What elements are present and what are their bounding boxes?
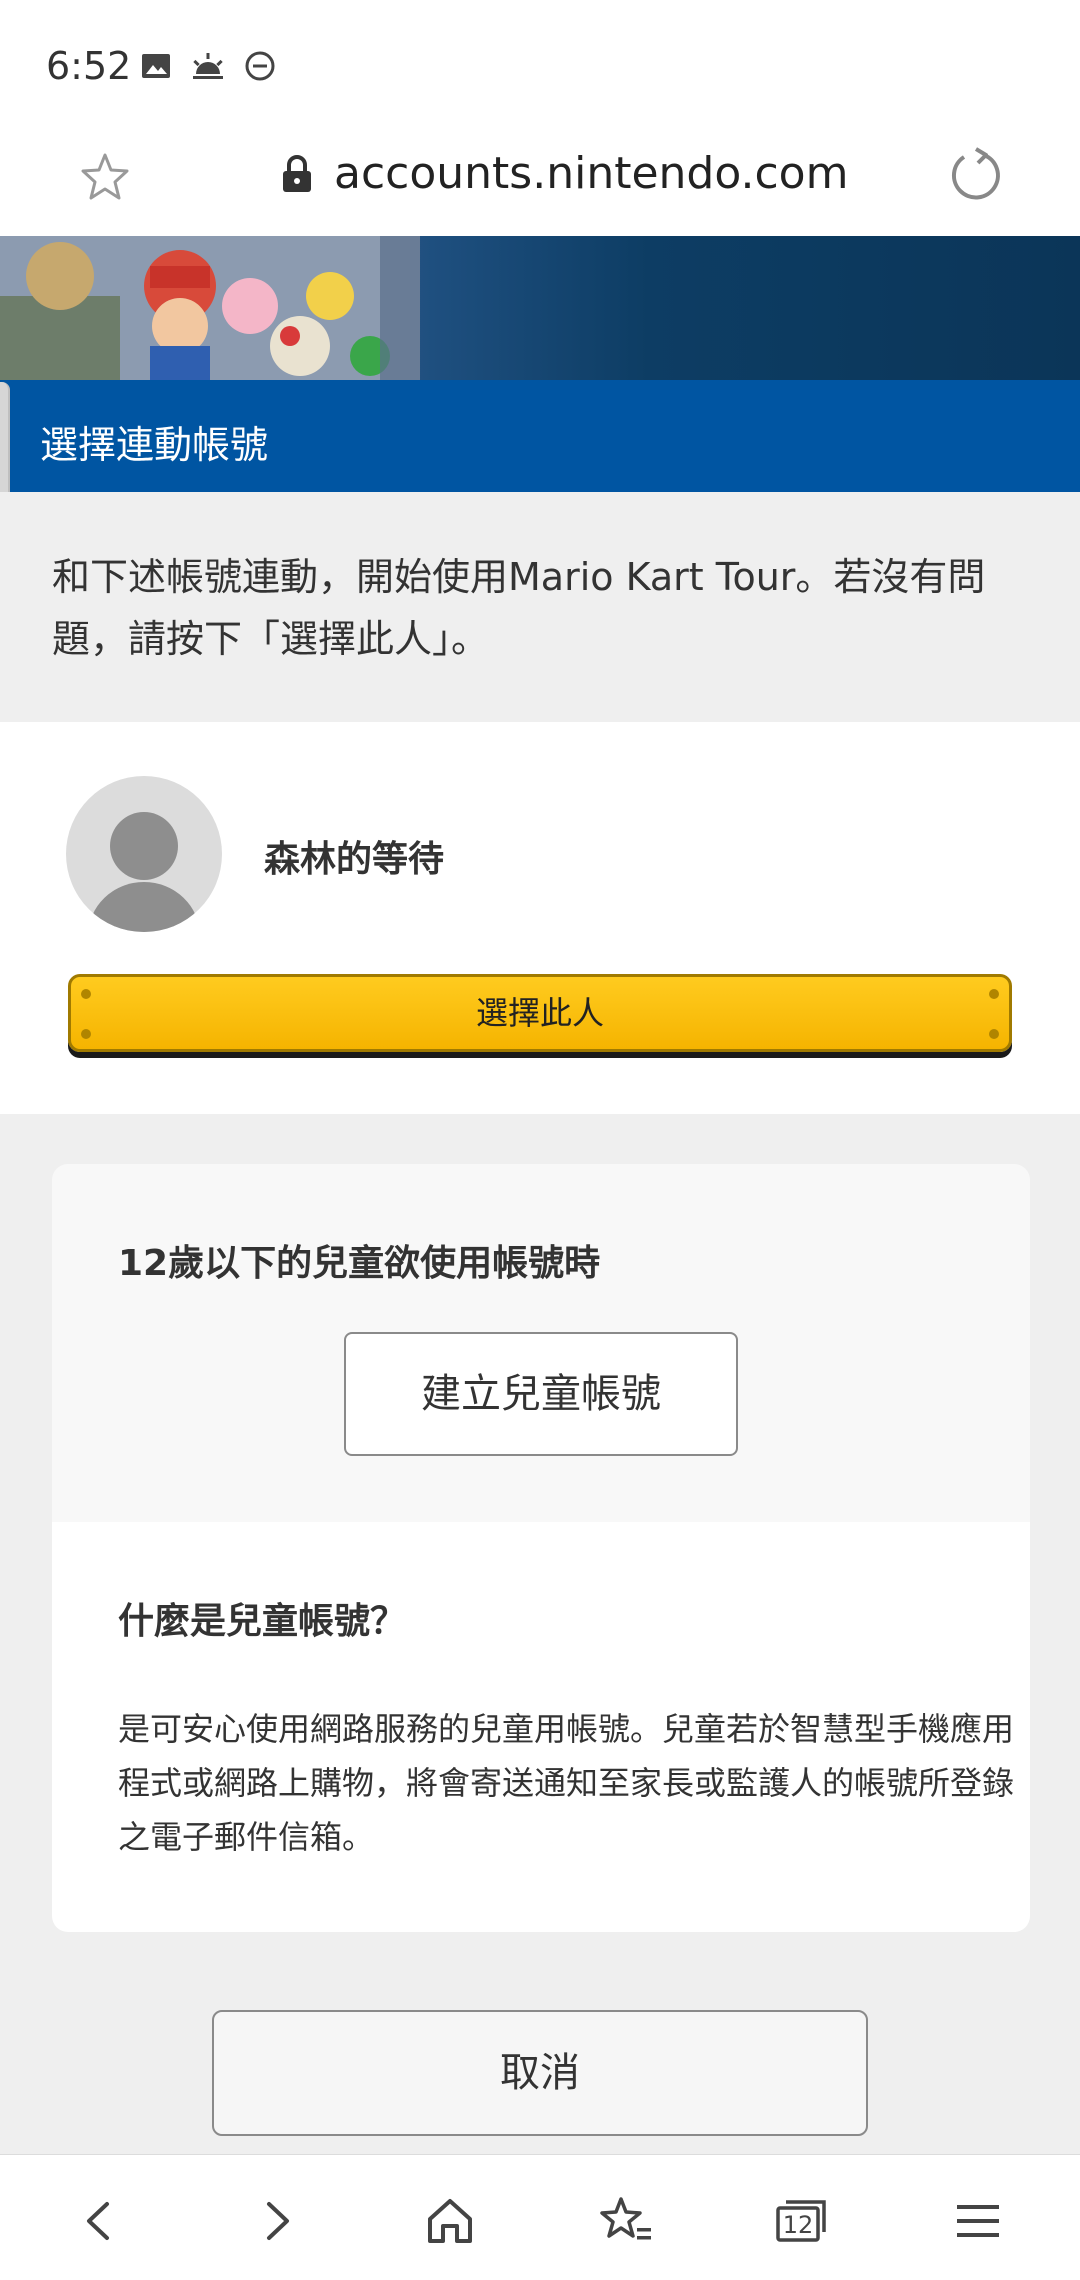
what-is-child-account-heading: 什麼是兒童帳號？ [118, 1601, 407, 1642]
bookmarks-button[interactable] [586, 2181, 666, 2261]
status-bar: 6:52 [0, 0, 1080, 130]
status-icons [140, 50, 276, 82]
avatar [66, 776, 222, 932]
intro-text: 和下述帳號連動，開始使用Mario Kart Tour。若沒有問題，請按下「選擇… [52, 555, 986, 661]
title-bar: 選擇連動帳號 [0, 380, 1080, 492]
hero-illustration [0, 236, 420, 380]
account-card: 森林的等待 選擇此人 [0, 722, 1080, 1114]
create-child-account-button[interactable]: 建立兒童帳號 [344, 1332, 738, 1456]
child-account-section: 12歲以下的兒童欲使用帳號時 建立兒童帳號 [52, 1164, 1030, 1522]
hero-banner [0, 236, 1080, 380]
child-account-info: 什麼是兒童帳號？ 是可安心使用網路服務的兒童用帳號。兒童若於智慧型手機應用程式或… [52, 1522, 1030, 1932]
forward-icon [267, 2202, 289, 2240]
select-this-person-button[interactable]: 選擇此人 [68, 974, 1012, 1052]
hamburger-menu-icon [957, 2205, 999, 2237]
page-title: 選擇連動帳號 [40, 423, 269, 467]
reload-icon[interactable] [946, 145, 1006, 205]
account-name: 森林的等待 [264, 839, 445, 880]
browser-bottom-nav: 12 [0, 2154, 1080, 2280]
child-account-description: 是可安心使用網路服務的兒童用帳號。兒童若於智慧型手機應用程式或網路上購物，將會寄… [118, 1710, 1015, 1856]
bookmarks-star-list-icon [600, 2197, 651, 2240]
lock-icon [283, 154, 311, 192]
tabs-icon: 12 [776, 2200, 826, 2242]
cancel-button[interactable]: 取消 [212, 2010, 868, 2136]
back-button[interactable] [60, 2181, 140, 2261]
do-not-disturb-icon [245, 51, 275, 81]
back-icon [87, 2202, 109, 2240]
home-icon [428, 2199, 472, 2243]
create-child-account-label: 建立兒童帳號 [421, 1371, 661, 1417]
tabs-button[interactable]: 12 [762, 2181, 842, 2261]
status-time: 6:52 [46, 44, 132, 88]
select-button-label: 選擇此人 [475, 994, 604, 1032]
cancel-button-label: 取消 [500, 2050, 580, 2096]
child-account-heading: 12歲以下的兒童欲使用帳號時 [118, 1243, 601, 1284]
url-field[interactable]: accounts.nintendo.com [280, 148, 848, 199]
address-bar: accounts.nintendo.com [0, 130, 1080, 236]
weather-icon [193, 53, 223, 79]
menu-button[interactable] [938, 2181, 1018, 2261]
home-button[interactable] [410, 2181, 490, 2261]
image-icon [142, 54, 170, 78]
tab-count: 12 [783, 2211, 814, 2239]
user-silhouette-icon [88, 812, 200, 932]
intro-section: 和下述帳號連動，開始使用Mario Kart Tour。若沒有問題，請按下「選擇… [0, 492, 1080, 722]
bookmark-star-icon[interactable] [78, 150, 132, 204]
forward-button[interactable] [236, 2181, 316, 2261]
url-text: accounts.nintendo.com [334, 148, 849, 199]
